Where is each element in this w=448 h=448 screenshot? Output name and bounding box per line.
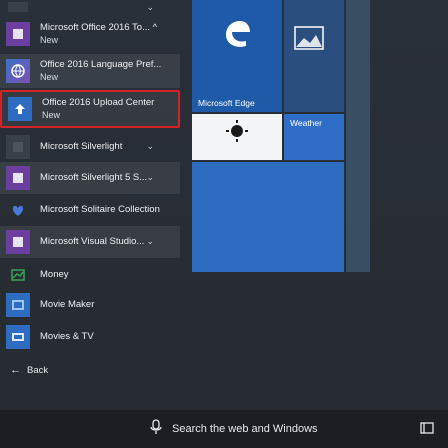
chevron-down-icon: ⌄ bbox=[146, 236, 154, 246]
taskbar: Search the web and Windows bbox=[0, 410, 448, 448]
app-badge-new: New bbox=[40, 35, 59, 45]
list-item-selected[interactable]: Office 2016 Upload Center New bbox=[0, 90, 180, 128]
app-label: Microsoft Office 2016 To... ^ bbox=[40, 22, 158, 33]
upload-center-icon bbox=[8, 97, 32, 121]
list-item[interactable]: Microsoft Silverlight 5 S... ⌄ bbox=[0, 162, 180, 194]
edge-logo-icon bbox=[220, 16, 254, 50]
search-placeholder: Search the web and Windows bbox=[172, 423, 318, 435]
silverlight-icon bbox=[6, 135, 30, 159]
app-label: Microsoft Silverlight bbox=[40, 141, 123, 152]
app-badge-new: New bbox=[42, 110, 61, 120]
app-label: Money bbox=[40, 269, 69, 280]
visual-studio-icon bbox=[6, 230, 30, 254]
app-label: Microsoft Solitaire Collection bbox=[40, 204, 160, 215]
list-item[interactable]: Microsoft Silverlight ⌄ bbox=[0, 134, 180, 160]
tile-label: Weather bbox=[290, 118, 322, 128]
microphone-icon[interactable] bbox=[150, 418, 162, 440]
app-label: Microsoft Visual Studio... bbox=[40, 236, 145, 247]
start-menu: ⌄ Microsoft Office 2016 To... ^ New Offi… bbox=[0, 0, 448, 410]
app-icon bbox=[8, 2, 28, 12]
photo-app-icon bbox=[294, 26, 324, 52]
silverlight5-icon bbox=[6, 166, 30, 190]
list-item[interactable]: Money bbox=[0, 262, 180, 288]
list-item[interactable]: Office 2016 Language Pref... New bbox=[0, 54, 180, 88]
list-item[interactable]: Microsoft Office 2016 To... ^ New bbox=[0, 16, 180, 52]
list-item[interactable]: Microsoft Solitaire Collection bbox=[0, 196, 180, 224]
app-label: Office 2016 Language Pref... bbox=[40, 59, 162, 70]
partial-tile[interactable] bbox=[346, 0, 370, 272]
tile-label: Microsoft Edge bbox=[198, 98, 255, 108]
weather-tile[interactable]: Weather bbox=[284, 114, 344, 160]
microsoft-edge-tile[interactable]: Microsoft Edge bbox=[192, 0, 282, 112]
live-tile[interactable] bbox=[192, 162, 344, 272]
weather-preview-tile[interactable] bbox=[192, 114, 282, 160]
language-preferences-icon bbox=[6, 59, 30, 83]
all-apps-list: ⌄ Microsoft Office 2016 To... ^ New Offi… bbox=[0, 0, 180, 410]
list-item[interactable]: Movie Maker bbox=[0, 290, 180, 320]
chevron-down-icon: ⌄ bbox=[146, 2, 154, 12]
back-arrow-icon: ← bbox=[10, 364, 21, 376]
money-icon bbox=[6, 263, 30, 287]
list-item[interactable]: Movies & TV bbox=[0, 322, 180, 352]
app-label: Microsoft Silverlight 5 S... bbox=[40, 172, 148, 183]
app-label: Office 2016 Upload Center bbox=[42, 97, 155, 108]
photos-tile[interactable] bbox=[284, 0, 344, 112]
list-item[interactable]: ⌄ bbox=[0, 0, 180, 14]
sun-icon bbox=[226, 120, 248, 144]
movie-maker-icon bbox=[6, 293, 30, 317]
back-button[interactable]: ← Back bbox=[0, 358, 180, 382]
solitaire-icon bbox=[6, 198, 30, 222]
task-view-icon[interactable] bbox=[420, 421, 434, 435]
movies-tv-icon bbox=[6, 325, 30, 349]
search-box[interactable]: Search the web and Windows bbox=[150, 418, 318, 440]
back-label: Back bbox=[27, 364, 49, 376]
office-tools-icon bbox=[6, 22, 30, 46]
app-label: Movie Maker bbox=[40, 299, 95, 310]
app-label: Movies & TV bbox=[40, 331, 94, 342]
app-badge-new: New bbox=[40, 72, 59, 82]
chevron-down-icon: ⌄ bbox=[146, 172, 154, 182]
list-item[interactable]: Microsoft Visual Studio... ⌄ bbox=[0, 226, 180, 258]
chevron-down-icon: ⌄ bbox=[146, 141, 154, 151]
